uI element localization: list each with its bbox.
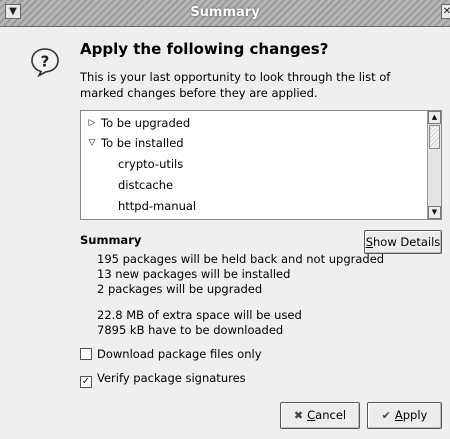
cancel-icon: ✖ xyxy=(293,409,304,422)
scroll-down-button[interactable]: ▼ xyxy=(428,206,441,219)
tree-item-label: distcache xyxy=(118,178,174,192)
verify-signatures-option[interactable]: ✓ Verify package signatures xyxy=(80,371,246,388)
cancel-label: ancel xyxy=(315,408,347,422)
dialog-heading: Apply the following changes? xyxy=(80,40,329,58)
show-details-label: how Details xyxy=(373,235,441,249)
apply-mnemonic: A xyxy=(394,408,403,422)
tree-group-to-be-upgraded[interactable]: ▷ To be upgraded xyxy=(81,113,426,133)
tree-item-label: httpd-manual xyxy=(118,199,197,213)
title-bar[interactable]: ▼ Summary ✕ xyxy=(0,0,450,27)
description-line: This is your last opportunity to look th… xyxy=(80,70,391,84)
expander-collapsed-icon[interactable]: ▷ xyxy=(87,113,97,133)
apply-label: pply xyxy=(402,408,428,422)
arrow-down-icon: ▼ xyxy=(431,208,438,216)
window-close-button[interactable]: ✕ xyxy=(441,4,450,19)
checkmark-icon: ✓ xyxy=(81,376,91,387)
download-only-option[interactable]: Download package files only xyxy=(80,347,262,361)
expander-expanded-icon[interactable]: ▽ xyxy=(87,133,97,153)
tree-group-label: To be installed xyxy=(101,136,184,150)
cancel-mnemonic: C xyxy=(307,408,316,422)
description-line: marked changes before they are applied. xyxy=(80,86,318,100)
summary-title: Summary xyxy=(80,233,142,247)
tree-group-label: To be upgraded xyxy=(101,116,191,130)
summary-line: 13 new packages will be installed xyxy=(97,267,291,281)
scrollbar-thumb[interactable] xyxy=(429,125,440,149)
close-icon: ✕ xyxy=(442,6,450,17)
vertical-scrollbar[interactable]: ▲ ▼ xyxy=(427,111,441,219)
tree-item-label: crypto-utils xyxy=(118,157,184,171)
space-line: 7895 kB have to be downloaded xyxy=(97,323,284,337)
question-icon: ? xyxy=(31,48,59,77)
verify-signatures-checkbox[interactable]: ✓ xyxy=(80,376,92,388)
apply-button[interactable]: ✔ Apply xyxy=(367,402,442,429)
svg-text:?: ? xyxy=(41,53,50,71)
tree-group-to-be-installed[interactable]: ▽ To be installed xyxy=(81,133,426,153)
download-only-checkbox[interactable] xyxy=(80,348,92,360)
summary-line: 2 packages will be upgraded xyxy=(97,282,263,296)
space-line: 22.8 MB of extra space will be used xyxy=(97,308,302,322)
summary-dialog: ▼ Summary ✕ ? Apply the following change… xyxy=(0,0,450,439)
download-only-label: Download package files only xyxy=(97,347,262,361)
summary-lines: 195 packages will be held back and not u… xyxy=(97,252,384,338)
verify-signatures-label: Verify package signatures xyxy=(97,371,246,385)
dialog-description: This is your last opportunity to look th… xyxy=(80,69,410,101)
window-title: Summary xyxy=(190,5,260,20)
arrow-up-icon: ▲ xyxy=(431,113,438,121)
tree-item[interactable]: distcache xyxy=(81,175,426,195)
tree-item[interactable]: httpd-manual xyxy=(81,196,426,216)
tree-item[interactable]: crypto-utils xyxy=(81,154,426,174)
cancel-button[interactable]: ✖ Cancel xyxy=(280,402,360,429)
show-details-mnemonic: S xyxy=(365,235,374,249)
changes-tree[interactable]: ▷ To be upgraded ▽ To be installed crypt… xyxy=(80,110,442,220)
scroll-up-button[interactable]: ▲ xyxy=(428,111,441,124)
checkmark-icon: ✔ xyxy=(381,409,391,422)
show-details-button[interactable]: Show Details xyxy=(364,230,442,254)
summary-line: 195 packages will be held back and not u… xyxy=(97,252,385,266)
summary-spacer xyxy=(97,297,384,308)
